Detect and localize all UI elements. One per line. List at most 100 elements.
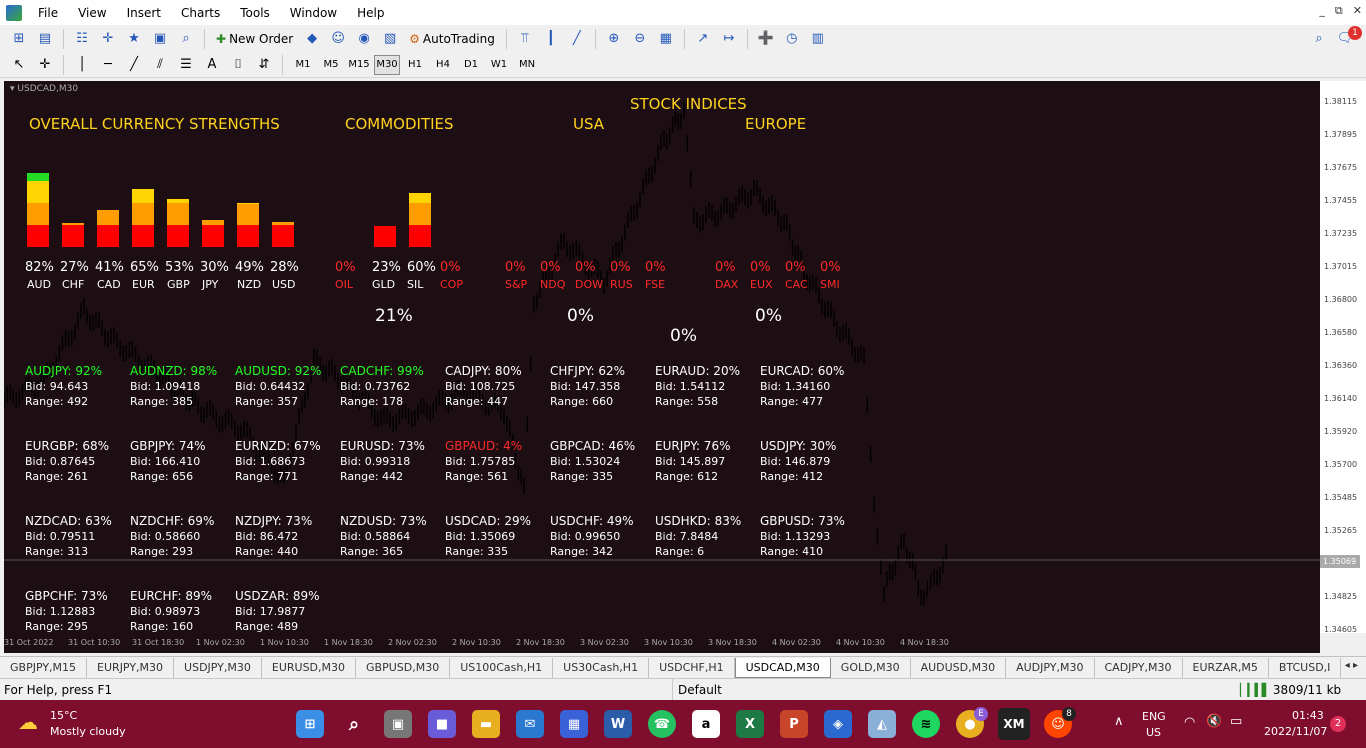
clock-date[interactable]: 2022/11/07 (1264, 725, 1327, 738)
timeframe-h4[interactable]: H4 (430, 55, 456, 75)
show-hidden-icons-icon[interactable]: ∧ (1114, 714, 1124, 729)
timeframe-m30[interactable]: M30 (374, 54, 400, 75)
new-order-button[interactable]: ✚ New Order (212, 32, 297, 46)
teams-chat-icon[interactable]: ■ (428, 710, 456, 738)
meta-editor-icon[interactable]: ◆ (301, 29, 323, 49)
timeframe-w1[interactable]: W1 (486, 55, 512, 75)
market-icon[interactable]: ▧ (379, 29, 401, 49)
line-chart-icon[interactable]: ╱ (566, 29, 588, 49)
trendline-icon[interactable]: ╱ (123, 55, 145, 75)
timeframe-m15[interactable]: M15 (346, 55, 372, 75)
task-view-icon[interactable]: ▣ (384, 710, 412, 738)
strategy-tester-icon[interactable]: ⌕ (175, 29, 197, 49)
terminal-icon[interactable]: ▣ (149, 29, 171, 49)
notifications-button[interactable]: 🗨 1 (1334, 25, 1362, 49)
bar-chart-icon[interactable]: ⫪ (514, 29, 536, 49)
tab-btcusd-i[interactable]: BTCUSD,I (1269, 657, 1342, 678)
search-icon[interactable]: ⌕ (1308, 29, 1330, 49)
menu-view[interactable]: View (68, 6, 116, 20)
data-window-icon[interactable]: ✛ (97, 29, 119, 49)
candlestick-icon[interactable]: ┃ (540, 29, 562, 49)
timeframe-d1[interactable]: D1 (458, 55, 484, 75)
periods-icon[interactable]: ◷ (781, 29, 803, 49)
timeframe-m1[interactable]: M1 (290, 55, 316, 75)
menu-window[interactable]: Window (280, 6, 347, 20)
search-taskbar-icon[interactable]: ⌕ (340, 710, 368, 738)
chart-shift-icon[interactable]: ↦ (718, 29, 740, 49)
auto-scroll-icon[interactable]: ↗ (692, 29, 714, 49)
amazon-icon[interactable]: a (692, 710, 720, 738)
excel-icon[interactable]: X (736, 710, 764, 738)
tab-gbpusd-m30[interactable]: GBPUSD,M30 (356, 657, 451, 678)
timeframe-h1[interactable]: H1 (402, 55, 428, 75)
start-icon[interactable]: ⊞ (296, 710, 324, 738)
tab-audjpy-m30[interactable]: AUDJPY,M30 (1006, 657, 1095, 678)
lang-secondary[interactable]: US (1146, 726, 1161, 739)
text-label-icon[interactable]: ⌷ (227, 55, 249, 75)
notification-center-badge[interactable]: 2 (1330, 716, 1346, 732)
timeframe-mn[interactable]: MN (514, 55, 540, 75)
fibonacci-icon[interactable]: ☰ (175, 55, 197, 75)
battery-icon[interactable]: ▭ (1230, 714, 1242, 729)
store-icon[interactable]: ▦ (560, 710, 588, 738)
chart-area[interactable]: ▾ USDCAD,M30 OVERALL CURRENCY STRENGTHS C… (4, 81, 1320, 633)
timeframe-m5[interactable]: M5 (318, 55, 344, 75)
word-icon[interactable]: W (604, 710, 632, 738)
tab-cadjpy-m30[interactable]: CADJPY,M30 (1095, 657, 1183, 678)
restore-button[interactable]: ⧉ (1335, 4, 1343, 18)
weather-temp[interactable]: 15°C (50, 709, 77, 722)
weather-desc[interactable]: Mostly cloudy (50, 725, 126, 738)
zoom-in-icon[interactable]: ⊕ (603, 29, 625, 49)
tab-us30cash-h1[interactable]: US30Cash,H1 (553, 657, 650, 678)
vertical-line-icon[interactable]: │ (71, 55, 93, 75)
menu-help[interactable]: Help (347, 6, 394, 20)
signals-icon[interactable]: ◉ (353, 29, 375, 49)
clock-time[interactable]: 01:43 (1292, 709, 1324, 722)
weather-icon[interactable]: ☁ (18, 710, 38, 734)
wifi-icon[interactable]: ◠ (1184, 715, 1195, 730)
volume-muted-icon[interactable]: 🔇 (1206, 714, 1222, 729)
crosshair-icon[interactable]: ✛ (34, 55, 56, 75)
new-chart-icon[interactable]: ⊞ (8, 29, 30, 49)
equidistant-channel-icon[interactable]: ⫽ (149, 55, 171, 75)
templates-icon[interactable]: ▥ (807, 29, 829, 49)
tab-scroll-arrows[interactable]: ◂ ▸ (1345, 660, 1358, 671)
tab-gbpjpy-m15[interactable]: GBPJPY,M15 (0, 657, 88, 678)
market-watch-icon[interactable]: ☷ (71, 29, 93, 49)
profiles-icon[interactable]: ▤ (34, 29, 56, 49)
close-button[interactable]: ✕ (1353, 4, 1362, 18)
arrows-icon[interactable]: ⇵ (253, 55, 275, 75)
menu-insert[interactable]: Insert (117, 6, 171, 20)
mail-icon[interactable]: ✉ (516, 710, 544, 738)
file-explorer-icon[interactable]: ▬ (472, 710, 500, 738)
menu-file[interactable]: File (28, 6, 68, 20)
tab-usdcad-m30[interactable]: USDCAD,M30 (734, 657, 831, 678)
lang-primary[interactable]: ENG (1142, 710, 1166, 723)
menu-tools[interactable]: Tools (230, 6, 280, 20)
tile-windows-icon[interactable]: ▦ (655, 29, 677, 49)
horizontal-line-icon[interactable]: ─ (97, 55, 119, 75)
spotify-icon[interactable]: ≋ (912, 710, 940, 738)
zoom-out-icon[interactable]: ⊖ (629, 29, 651, 49)
tab-audusd-m30[interactable]: AUDUSD,M30 (911, 657, 1007, 678)
tab-eurjpy-m30[interactable]: EURJPY,M30 (87, 657, 175, 678)
tab-eurzar-m5[interactable]: EURZAR,M5 (1183, 657, 1269, 678)
tab-us100cash-h1[interactable]: US100Cash,H1 (450, 657, 554, 678)
tab-usdchf-h1[interactable]: USDCHF,H1 (649, 657, 735, 678)
xm-icon[interactable]: XM (998, 708, 1030, 740)
menu-charts[interactable]: Charts (171, 6, 230, 20)
indicators-icon[interactable]: ➕ (755, 29, 777, 49)
time-scale[interactable]: 31 Oct 2022 31 Oct 10:30 31 Oct 18:30 1 Nov… (4, 633, 1320, 653)
whatsapp-icon[interactable]: ☎ (648, 710, 676, 738)
tab-usdjpy-m30[interactable]: USDJPY,M30 (174, 657, 262, 678)
auto-trading-button[interactable]: ⚙ AutoTrading (405, 32, 499, 46)
photos-icon[interactable]: ◭ (868, 710, 896, 738)
powerpoint-icon[interactable]: P (780, 710, 808, 738)
text-icon[interactable]: A (201, 55, 223, 75)
tab-gold-m30[interactable]: GOLD,M30 (831, 657, 911, 678)
cursor-icon[interactable]: ↖ (8, 55, 30, 75)
price-scale[interactable]: 1.38115 1.37895 1.37675 1.37455 1.37235 1.370… (1320, 81, 1366, 634)
navigator-icon[interactable]: ★ (123, 29, 145, 49)
metatrader-icon[interactable]: ◈ (824, 710, 852, 738)
tab-eurusd-m30[interactable]: EURUSD,M30 (262, 657, 357, 678)
